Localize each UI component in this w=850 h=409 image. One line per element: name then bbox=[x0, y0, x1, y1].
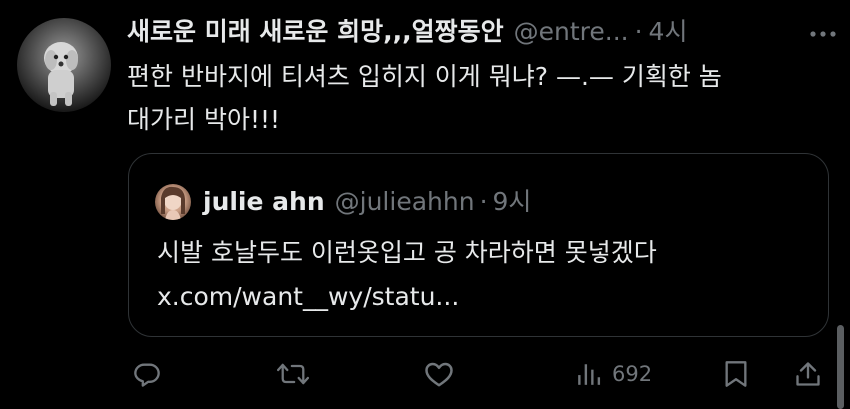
quoted-author-handle[interactable]: @julieahhn bbox=[335, 182, 475, 222]
quoted-tweet-card[interactable]: julie ahn @julieahhn · 9시 시발 호날두도 이런옷입고 … bbox=[128, 153, 829, 337]
more-button[interactable] bbox=[806, 20, 840, 48]
tweet-text-line: 편한 반바지에 티셔츠 입히지 이게 뭐냐? —.— 기획한 놈 bbox=[127, 62, 722, 91]
reply-button[interactable] bbox=[133, 352, 161, 396]
retweet-button[interactable] bbox=[277, 352, 309, 396]
dog-photo-icon bbox=[44, 42, 78, 106]
tweet-header: 새로운 미래 새로운 희망,,,얼짱동안 @entre... · 4시 bbox=[127, 14, 687, 50]
separator-dot: · bbox=[634, 17, 643, 46]
quoted-author-name[interactable]: julie ahn bbox=[203, 182, 325, 222]
quoted-timestamp[interactable]: 9시 bbox=[493, 182, 532, 222]
views-icon bbox=[578, 364, 601, 385]
reply-icon bbox=[134, 363, 160, 387]
tweet-text: 편한 반바지에 티셔츠 입히지 이게 뭐냐? —.— 기획한 놈 대가리 박아!… bbox=[127, 55, 827, 141]
quoted-text: 시발 호날두도 이런옷입고 공 차라하면 못넣겠다 x.com/want__wy… bbox=[157, 231, 807, 319]
bookmark-button[interactable] bbox=[723, 352, 749, 396]
like-icon bbox=[425, 362, 453, 387]
views-count: 692 bbox=[612, 362, 653, 386]
quoted-separator-dot: · bbox=[479, 187, 488, 216]
tweet-text-line: 대가리 박아!!! bbox=[127, 105, 281, 134]
quoted-link[interactable]: x.com/want__wy/statu... bbox=[157, 275, 807, 319]
author-name[interactable]: 새로운 미래 새로운 희망,,,얼짱동안 bbox=[127, 14, 504, 50]
share-button[interactable] bbox=[794, 352, 822, 396]
views-button[interactable]: 692 bbox=[576, 352, 652, 396]
author-handle[interactable]: @entre... bbox=[514, 14, 629, 50]
scrollbar[interactable] bbox=[837, 325, 844, 409]
action-bar: 692 bbox=[0, 352, 850, 396]
person-photo-icon bbox=[161, 186, 185, 220]
quoted-text-line: 시발 호날두도 이런옷입고 공 차라하면 못넣겠다 bbox=[157, 238, 657, 267]
retweet-icon bbox=[277, 363, 309, 385]
like-button[interactable] bbox=[424, 352, 454, 396]
timestamp[interactable]: 4시 bbox=[649, 14, 688, 50]
quoted-header: julie ahn @julieahhn · 9시 bbox=[203, 182, 531, 222]
quoted-avatar[interactable] bbox=[155, 184, 191, 220]
avatar[interactable] bbox=[17, 18, 111, 112]
bookmark-icon bbox=[725, 361, 747, 387]
share-icon bbox=[796, 362, 820, 386]
more-icon bbox=[810, 31, 836, 37]
